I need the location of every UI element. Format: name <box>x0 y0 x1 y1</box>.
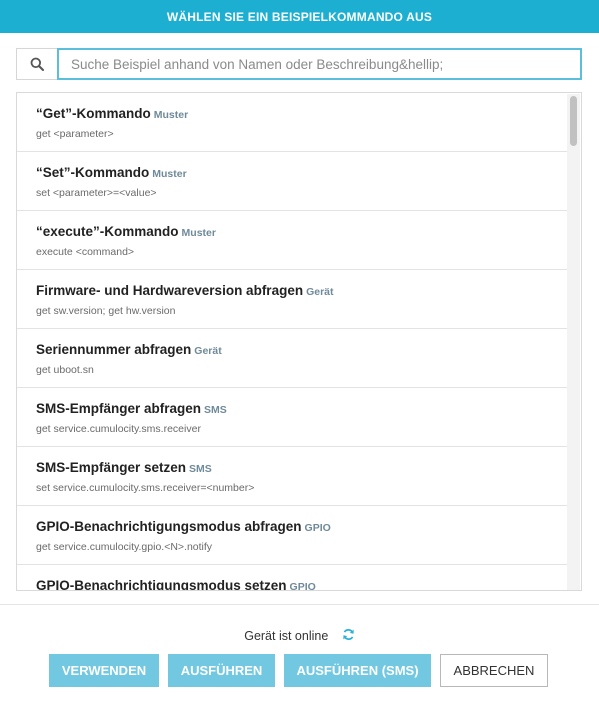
command-list: “Get”-Kommando Muster get <parameter> “Set”… <box>17 93 569 591</box>
command-category-tag: GPIO <box>304 522 331 534</box>
command-title-line: “Get”-Kommando Muster <box>36 106 569 123</box>
execute-sms-button[interactable]: AUSFÜHREN (SMS) <box>284 654 431 687</box>
command-list-item[interactable]: Firmware- und Hardwareversion abfragen Ge… <box>17 270 569 329</box>
command-syntax: execute <command> <box>36 246 135 258</box>
command-category-tag: Muster <box>181 227 216 239</box>
dialog-title: WÄHLEN SIE EIN BEISPIELKOMMANDO AUS <box>166 9 433 24</box>
command-title: “execute”-Kommando <box>36 224 179 239</box>
execute-button[interactable]: AUSFÜHREN <box>168 654 275 687</box>
command-title: SMS-Empfänger abfragen <box>36 401 202 416</box>
command-title-line: “execute”-Kommando Muster <box>36 224 569 241</box>
status-text: Gerät ist online <box>244 629 329 643</box>
command-category-tag: Gerät <box>194 345 222 357</box>
command-list-item[interactable]: GPIO-Benachrichtigungsmodus abfragen GPIO… <box>17 506 569 565</box>
command-title-line: “Set”-Kommando Muster <box>36 165 569 182</box>
search-input[interactable] <box>57 48 582 80</box>
command-category-tag: Muster <box>153 109 189 121</box>
command-title-line: SMS-Empfänger setzen SMS <box>36 460 569 477</box>
scrollbar-thumb[interactable] <box>570 96 577 146</box>
command-list-item[interactable]: “Set”-Kommando Muster set <parameter>=<val… <box>17 152 569 211</box>
command-title-line: GPIO-Benachrichtigungsmodus abfragen GPIO <box>36 519 569 536</box>
command-syntax: get service.cumulocity.gpio.<N>.notify <box>36 541 213 553</box>
command-list-frame: “Get”-Kommando Muster get <parameter> “Set”… <box>16 92 582 591</box>
dialog-header: WÄHLEN SIE EIN BEISPIELKOMMANDO AUS <box>0 0 599 33</box>
command-syntax: get <parameter> <box>36 128 114 140</box>
command-list-item[interactable]: SMS-Empfänger setzen SMS set service.cumul… <box>17 447 569 506</box>
command-list-item[interactable]: Seriennummer abfragen Gerät get uboot.sn <box>17 329 569 388</box>
command-title-line: Seriennummer abfragen Gerät <box>36 342 569 359</box>
command-title: GPIO-Benachrichtigungsmodus abfragen <box>36 519 302 534</box>
search-bar <box>16 48 582 80</box>
command-title-line: SMS-Empfänger abfragen SMS <box>36 401 569 418</box>
command-category-tag: SMS <box>189 463 212 475</box>
search-icon <box>16 48 57 80</box>
command-syntax: get uboot.sn <box>36 364 94 376</box>
footer-divider <box>0 604 599 605</box>
command-category-tag: Gerät <box>306 286 334 298</box>
command-title: “Get”-Kommando <box>36 106 151 121</box>
command-title: GPIO-Benachrichtigungsmodus setzen <box>36 578 287 591</box>
command-title: Seriennummer abfragen <box>36 342 192 357</box>
use-button[interactable]: VERWENDEN <box>49 654 159 687</box>
scrollbar[interactable] <box>567 94 580 590</box>
command-category-tag: GPIO <box>289 581 316 591</box>
cancel-button[interactable]: ABBRECHEN <box>440 654 548 687</box>
command-list-item[interactable]: “Get”-Kommando Muster get <parameter> <box>17 93 569 152</box>
device-status: Gerät ist online <box>0 628 599 644</box>
command-list-item[interactable]: GPIO-Benachrichtigungsmodus setzen GPIO <box>17 565 569 591</box>
command-syntax: set <parameter>=<value> <box>36 187 157 199</box>
command-list-item[interactable]: SMS-Empfänger abfragen SMS get service.cum… <box>17 388 569 447</box>
command-title: “Set”-Kommando <box>36 165 150 180</box>
command-category-tag: SMS <box>204 404 227 416</box>
command-syntax: set service.cumulocity.sms.receiver=<num… <box>36 482 255 494</box>
command-list-item[interactable]: “execute”-Kommando Muster execute <command… <box>17 211 569 270</box>
refresh-icon[interactable] <box>342 628 355 644</box>
command-syntax: get service.cumulocity.sms.receiver <box>36 423 201 435</box>
command-title-line: GPIO-Benachrichtigungsmodus setzen GPIO <box>36 578 569 591</box>
command-title: SMS-Empfänger setzen <box>36 460 187 475</box>
command-title: Firmware- und Hardwareversion abfragen <box>36 283 304 298</box>
command-syntax: get sw.version; get hw.version <box>36 305 176 317</box>
command-title-line: Firmware- und Hardwareversion abfragen Ge… <box>36 283 569 300</box>
command-category-tag: Muster <box>152 168 187 180</box>
